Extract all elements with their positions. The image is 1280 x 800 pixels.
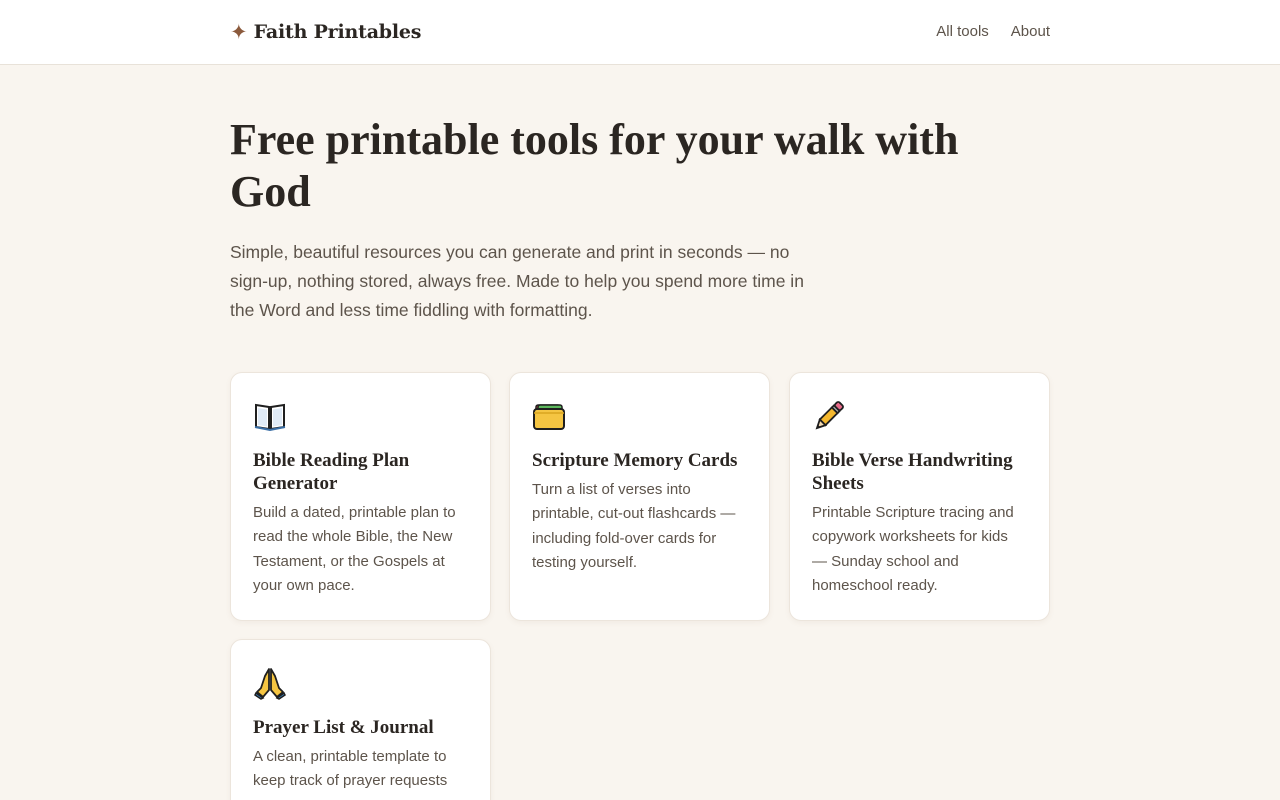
card-description: Printable Scripture tracing and copywork… — [812, 504, 1014, 594]
card-description: Build a dated, printable plan to read th… — [253, 504, 456, 594]
card-index-icon — [532, 399, 566, 433]
main-nav: All tools About — [936, 22, 1050, 42]
card-title: Scripture Memory Cards — [532, 450, 738, 471]
tool-card-memory-cards[interactable]: Scripture Memory Cards Turn a list of ve… — [509, 372, 770, 621]
tool-card-prayer-journal[interactable]: Prayer List & Journal A clean, printable… — [230, 639, 491, 800]
nav-link-all-tools[interactable]: All tools — [936, 22, 989, 42]
brand-name: Faith Printables — [253, 21, 422, 43]
card-description: A clean, printable template to keep trac… — [253, 748, 448, 790]
nav-link-about[interactable]: About — [1011, 22, 1050, 42]
praying-hands-icon — [253, 666, 287, 700]
page-title: Free printable tools for your walk with … — [230, 115, 959, 216]
site-header: ✦ Faith Printables All tools About — [0, 0, 1280, 65]
card-description: Turn a list of verses into printable, cu… — [532, 481, 736, 571]
sparkle-star-icon: ✦ — [230, 19, 248, 44]
tool-card-handwriting-sheets[interactable]: Bible Verse Handwriting Sheets Printable… — [789, 372, 1050, 621]
card-title: Prayer List & Journal — [253, 717, 434, 738]
card-title: Bible Verse Handwriting Sheets — [812, 450, 1013, 494]
hero-subtitle: Simple, beautiful resources you can gene… — [230, 242, 804, 320]
card-title: Bible Reading Plan Generator — [253, 450, 410, 494]
open-book-icon — [253, 399, 287, 433]
tool-card-reading-plan[interactable]: Bible Reading Plan Generator Build a dat… — [230, 372, 491, 621]
hero-section: Free printable tools for your walk with … — [230, 114, 1050, 325]
brand-home-link[interactable]: ✦ Faith Printables — [230, 19, 422, 45]
pencil-icon — [812, 399, 846, 433]
